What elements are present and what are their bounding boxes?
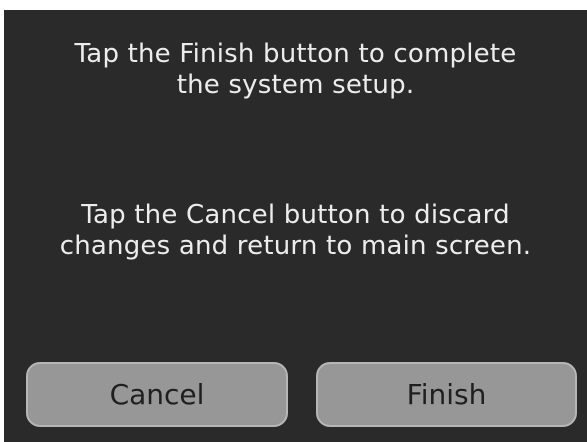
- cancel-button-label: Cancel: [109, 378, 205, 411]
- cancel-instructions: Tap the Cancel button to discard changes…: [4, 200, 587, 262]
- cancel-instructions-line2: changes and return to main screen.: [59, 231, 532, 261]
- finish-instructions-line2: the system setup.: [176, 70, 415, 100]
- cancel-instructions-line1: Tap the Cancel button to discard: [81, 200, 510, 230]
- finish-instructions: Tap the Finish button to complete the sy…: [4, 39, 587, 101]
- finish-button[interactable]: Finish: [316, 362, 577, 427]
- cancel-button[interactable]: Cancel: [26, 362, 288, 427]
- setup-complete-dialog: Tap the Finish button to complete the sy…: [4, 10, 587, 442]
- finish-instructions-line1: Tap the Finish button to complete: [74, 39, 517, 69]
- finish-button-label: Finish: [406, 378, 487, 411]
